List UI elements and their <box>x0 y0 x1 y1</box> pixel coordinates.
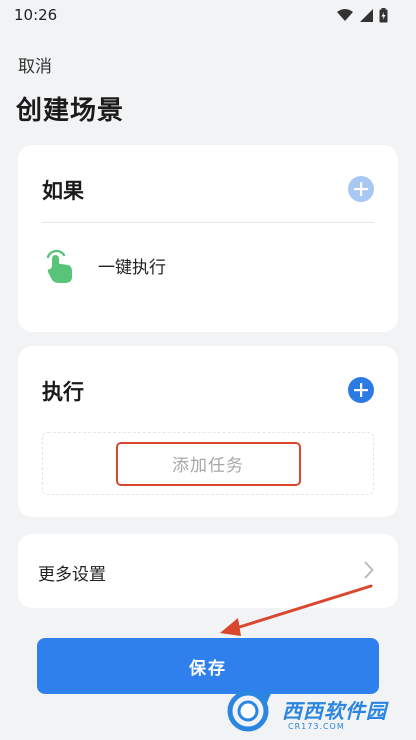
status-bar: 10:26 <box>0 0 416 30</box>
signal-icon <box>360 8 373 22</box>
save-button[interactable]: 保存 <box>37 638 379 694</box>
action-card: 执行 添加任务 <box>18 346 398 517</box>
if-card-divider <box>42 222 374 223</box>
chevron-right-icon <box>364 561 374 579</box>
watermark-emblem-icon <box>227 690 272 732</box>
battery-icon <box>379 7 388 22</box>
if-card-title: 如果 <box>42 179 84 203</box>
status-icons <box>336 7 388 23</box>
wifi-icon <box>337 9 353 21</box>
page-title: 创建场景 <box>16 96 125 126</box>
plus-icon <box>354 182 368 196</box>
watermark-site: CR173.COM <box>288 722 345 731</box>
if-condition-card: 如果 一键执行 <box>18 145 398 332</box>
watermark-logo: 西西软件园 CR173.COM <box>226 689 404 733</box>
plus-icon <box>354 383 368 397</box>
add-task-area[interactable]: 添加任务 <box>42 432 374 495</box>
add-condition-button[interactable] <box>348 176 374 202</box>
tap-hand-icon <box>46 249 72 283</box>
add-action-button[interactable] <box>348 377 374 403</box>
cancel-button[interactable]: 取消 <box>18 52 52 77</box>
watermark-name: 西西软件园 <box>282 699 387 723</box>
more-settings-row[interactable]: 更多设置 <box>18 534 398 608</box>
more-settings-label: 更多设置 <box>38 565 106 585</box>
status-time: 10:26 <box>14 6 58 24</box>
trigger-label: 一键执行 <box>98 257 166 278</box>
trigger-item[interactable]: 一键执行 <box>42 245 166 285</box>
action-card-title: 执行 <box>42 380 84 404</box>
add-task-button[interactable]: 添加任务 <box>115 441 301 486</box>
